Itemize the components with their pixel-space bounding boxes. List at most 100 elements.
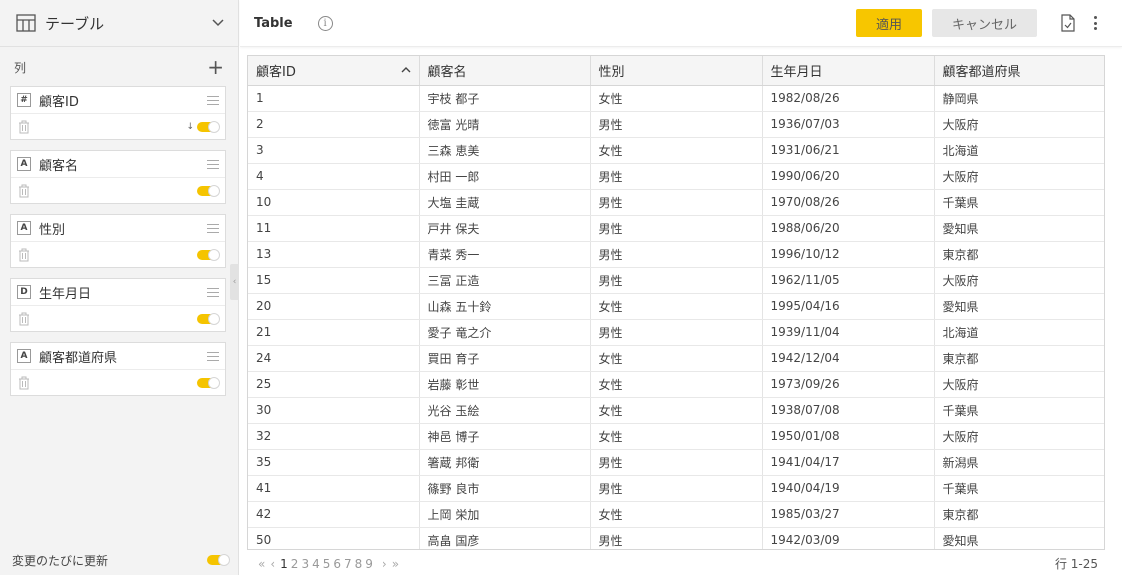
table-row[interactable]: 25 岩藤 彰世 女性 1973/09/26 大阪府 xyxy=(248,371,1104,398)
page-number-5[interactable]: 5 xyxy=(323,557,331,571)
table-cell: 13 xyxy=(248,241,420,268)
field-type-icon: # xyxy=(17,93,31,107)
table-icon xyxy=(16,14,36,32)
page-number-1[interactable]: 1 xyxy=(280,557,288,571)
add-column-icon[interactable]: + xyxy=(207,57,224,77)
column-visibility-toggle[interactable] xyxy=(197,313,220,325)
page-number-8[interactable]: 8 xyxy=(355,557,363,571)
column-name: 生年月日 xyxy=(39,286,92,302)
first-page-button[interactable]: « xyxy=(258,557,265,571)
column-header-label: 顧客都道府県 xyxy=(942,64,1021,80)
table-row[interactable]: 24 買田 育子 女性 1942/12/04 東京都 xyxy=(248,345,1104,372)
table-row[interactable]: 50 高畠 国彦 男性 1942/03/09 愛知県 xyxy=(248,527,1104,549)
column-card[interactable]: A 性別 xyxy=(10,214,226,268)
field-type-icon: A xyxy=(17,221,31,235)
visualization-selector[interactable]: テーブル xyxy=(0,0,238,47)
page-number-7[interactable]: 7 xyxy=(344,557,352,571)
table-cell: 大塩 圭蔵 xyxy=(419,189,591,216)
column-header[interactable]: 顧客都道府県 xyxy=(934,56,1104,86)
table-cell: 男性 xyxy=(590,449,763,476)
sort-up-icon[interactable] xyxy=(401,66,411,73)
table-row[interactable]: 21 愛子 竜之介 男性 1939/11/04 北海道 xyxy=(248,319,1104,346)
last-page-button[interactable]: » xyxy=(392,557,399,571)
more-options-icon[interactable] xyxy=(1094,16,1098,30)
table-cell: 宇枝 都子 xyxy=(419,85,591,112)
table-cell: 三森 恵美 xyxy=(419,137,591,164)
table-row[interactable]: 41 篠野 良市 男性 1940/04/19 千葉県 xyxy=(248,475,1104,502)
next-page-button[interactable]: › xyxy=(382,557,387,571)
table-cell: 高畠 国彦 xyxy=(419,527,591,549)
table-row[interactable]: 10 大塩 圭蔵 男性 1970/08/26 千葉県 xyxy=(248,189,1104,216)
table-row[interactable]: 11 戸井 保夫 男性 1988/06/20 愛知県 xyxy=(248,215,1104,242)
drag-handle-icon[interactable] xyxy=(207,159,219,169)
table-cell: 千葉県 xyxy=(934,475,1104,502)
column-card[interactable]: # 顧客ID ↓ xyxy=(10,86,226,140)
column-visibility-toggle[interactable] xyxy=(197,249,220,261)
column-header[interactable]: 生年月日 xyxy=(762,56,935,86)
table-row[interactable]: 32 神邑 博子 女性 1950/01/08 大阪府 xyxy=(248,423,1104,450)
column-card[interactable]: A 顧客名 xyxy=(10,150,226,204)
page-number-2[interactable]: 2 xyxy=(291,557,299,571)
table-cell: 女性 xyxy=(590,85,763,112)
trash-icon[interactable] xyxy=(17,120,31,134)
drag-handle-icon[interactable] xyxy=(207,287,219,297)
page-number-6[interactable]: 6 xyxy=(333,557,341,571)
table-cell: 1973/09/26 xyxy=(762,371,935,398)
table-cell: 愛知県 xyxy=(934,215,1104,242)
table-row[interactable]: 15 三冨 正造 男性 1962/11/05 大阪府 xyxy=(248,267,1104,294)
table-cell: 50 xyxy=(248,527,420,549)
previous-page-button[interactable]: ‹ xyxy=(270,557,275,571)
column-header[interactable]: 顧客名 xyxy=(419,56,591,86)
trash-icon[interactable] xyxy=(17,184,31,198)
auto-update-toggle[interactable] xyxy=(207,554,230,566)
column-name: 顧客ID xyxy=(39,94,79,110)
column-visibility-toggle[interactable] xyxy=(197,377,220,389)
table-row[interactable]: 1 宇枝 都子 女性 1982/08/26 静岡県 xyxy=(248,85,1104,112)
table-cell: 1996/10/12 xyxy=(762,241,935,268)
apply-button[interactable]: 適用 xyxy=(856,9,922,37)
table-row[interactable]: 2 徳富 光晴 男性 1936/07/03 大阪府 xyxy=(248,111,1104,138)
page-number-3[interactable]: 3 xyxy=(301,557,309,571)
chevron-down-icon[interactable] xyxy=(212,19,224,27)
table-row[interactable]: 4 村田 一郎 男性 1990/06/20 大阪府 xyxy=(248,163,1104,190)
table-cell: 1970/08/26 xyxy=(762,189,935,216)
trash-icon[interactable] xyxy=(17,248,31,262)
page-number-4[interactable]: 4 xyxy=(312,557,320,571)
table-cell: 男性 xyxy=(590,267,763,294)
table-row[interactable]: 3 三森 恵美 女性 1931/06/21 北海道 xyxy=(248,137,1104,164)
column-header[interactable]: 顧客ID xyxy=(248,56,420,86)
table-cell: 21 xyxy=(248,319,420,346)
table-cell: 光谷 玉絵 xyxy=(419,397,591,424)
sort-ascending-icon[interactable]: ↓ xyxy=(186,122,193,132)
table-row[interactable]: 13 青菜 秀一 男性 1996/10/12 東京都 xyxy=(248,241,1104,268)
drag-handle-icon[interactable] xyxy=(207,95,219,105)
trash-icon[interactable] xyxy=(17,376,31,390)
column-card[interactable]: D 生年月日 xyxy=(10,278,226,332)
column-visibility-toggle[interactable] xyxy=(197,185,220,197)
trash-icon[interactable] xyxy=(17,312,31,326)
table-cell: 1938/07/08 xyxy=(762,397,935,424)
table-cell: 愛知県 xyxy=(934,527,1104,549)
table-cell: 新潟県 xyxy=(934,449,1104,476)
column-header-label: 生年月日 xyxy=(770,64,823,80)
table-row[interactable]: 42 上岡 栄加 女性 1985/03/27 東京都 xyxy=(248,501,1104,528)
table-cell: 千葉県 xyxy=(934,189,1104,216)
column-header[interactable]: 性別 xyxy=(590,56,763,86)
column-card[interactable]: A 顧客都道府県 xyxy=(10,342,226,396)
table-cell: 11 xyxy=(248,215,420,242)
info-icon[interactable]: i xyxy=(317,15,333,31)
column-visibility-toggle[interactable] xyxy=(197,121,220,133)
table-row[interactable]: 30 光谷 玉絵 女性 1938/07/08 千葉県 xyxy=(248,397,1104,424)
export-file-icon[interactable] xyxy=(1060,14,1076,32)
drag-handle-icon[interactable] xyxy=(207,351,219,361)
collapse-panel-handle[interactable]: ‹ xyxy=(230,264,239,300)
page-number-9[interactable]: 9 xyxy=(365,557,373,571)
table-cell: 女性 xyxy=(590,345,763,372)
table-cell: 1995/04/16 xyxy=(762,293,935,320)
auto-update-row: 変更のたびに更新 xyxy=(0,545,238,575)
table-row[interactable]: 35 箸蔵 邦衛 男性 1941/04/17 新潟県 xyxy=(248,449,1104,476)
cancel-button[interactable]: キャンセル xyxy=(932,9,1037,37)
drag-handle-icon[interactable] xyxy=(207,223,219,233)
table-cell: 1990/06/20 xyxy=(762,163,935,190)
table-row[interactable]: 20 山森 五十鈴 女性 1995/04/16 愛知県 xyxy=(248,293,1104,320)
